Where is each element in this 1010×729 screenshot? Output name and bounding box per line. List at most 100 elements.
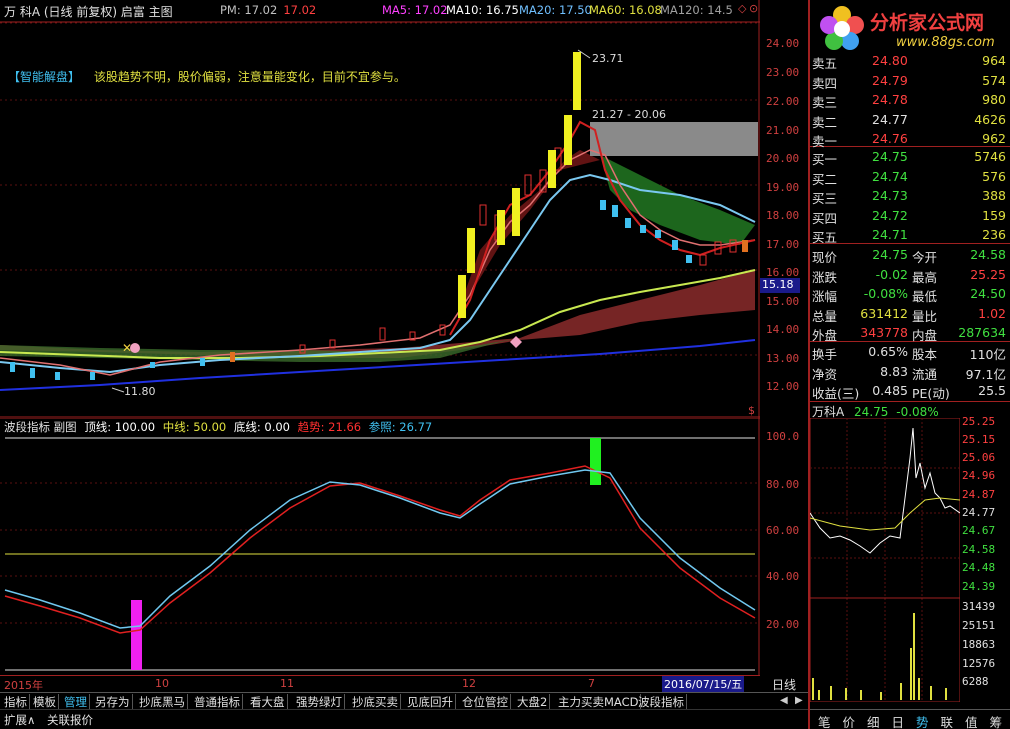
mini-price-tick: 25.06 xyxy=(962,451,996,464)
quote-view-tab[interactable]: 笔 xyxy=(818,712,831,729)
mini-price-tick: 24.96 xyxy=(962,469,996,482)
quote-view-tab[interactable]: 价 xyxy=(843,712,856,729)
mini-volume-tick: 18863 xyxy=(962,638,996,651)
indicator-axis-tick: 20.00 xyxy=(766,618,800,631)
current-date: 2016/07/15/五 xyxy=(662,676,745,692)
scroll-right-icon[interactable]: ▶ xyxy=(795,695,803,706)
signal-marker-diamond xyxy=(510,336,522,348)
mini-price-tick: 24.48 xyxy=(962,561,996,574)
reference-line xyxy=(4,469,756,629)
price-axis-tick: 17.00 xyxy=(766,238,800,251)
indicator-tab[interactable]: 大盘2 xyxy=(515,694,551,709)
resistance-zone xyxy=(590,122,758,156)
ma20-label: MA20: 17.50 xyxy=(519,3,592,17)
ma-band-green xyxy=(600,155,755,245)
settings-icon[interactable]: ⊙ xyxy=(749,2,758,15)
indicator-axis-tick: 40.00 xyxy=(766,570,800,583)
ask-row: 卖三 24.78 980 xyxy=(812,92,1006,110)
mini-price-tick: 24.67 xyxy=(962,524,996,537)
quote-view-tab[interactable]: 细 xyxy=(867,712,880,729)
stat-row: 总量 631412 量比 1.02 xyxy=(812,305,1006,324)
indicator-tab[interactable]: 模板 xyxy=(31,694,59,709)
buy-signal-bar xyxy=(131,600,142,670)
indicator-tab[interactable]: 抄底买卖 xyxy=(350,694,401,709)
stat-row: 换手 0.65% 股本 110亿 xyxy=(812,344,1006,362)
dollar-icon[interactable]: $ xyxy=(748,404,755,417)
indicator-tab[interactable]: 强势绿灯 xyxy=(294,694,345,709)
price-axis-tick: 13.00 xyxy=(766,352,800,365)
wave-indicator-chart[interactable] xyxy=(0,418,760,676)
price-axis-tick: 21.00 xyxy=(766,124,800,137)
indicator-tab[interactable]: 指标 xyxy=(2,694,30,709)
mini-volume-tick: 6288 xyxy=(962,675,989,688)
indicator-tab[interactable]: 仓位管控 xyxy=(460,694,511,709)
cursor-price-tag: 15.18 xyxy=(760,278,800,293)
bottom-bar: 扩展∧ 关联报价 xyxy=(0,709,808,729)
indicator-axis-tick: 80.00 xyxy=(766,478,800,491)
bid-row: 买四 24.72 159 xyxy=(812,207,1006,226)
date-axis: 2015年 10 11 12 7 2016/07/15/五 xyxy=(0,675,760,692)
ask-row: 卖二 24.77 4626 xyxy=(812,111,1006,130)
indicator-axis-tick: 60.00 xyxy=(766,524,800,537)
quote-view-tab[interactable]: 势 xyxy=(916,712,929,729)
stat-row: 涨幅 -0.08% 最低 24.50 xyxy=(812,286,1006,304)
bid-row: 买二 24.74 576 xyxy=(812,168,1006,187)
period-label[interactable]: 日线 xyxy=(772,676,796,693)
sell-signal-bar xyxy=(590,438,601,485)
price-axis-tick: 19.00 xyxy=(766,181,800,194)
ask-row: 卖五 24.80 964 xyxy=(812,53,1006,71)
smart-analysis: 【智能解盘】 该股趋势不明，股价偏弱，注意量能变化，目前不宜参与。 xyxy=(8,68,406,85)
ask-row: 卖四 24.79 574 xyxy=(812,72,1006,91)
low-pointer xyxy=(111,387,125,393)
ma120-label: MA120: 14.5 xyxy=(660,3,733,17)
stat-row: 收益(三) 0.485 PE(动) 25.5 xyxy=(812,383,1006,401)
ma5-label: MA5: 17.02 xyxy=(382,3,448,17)
candlesticks xyxy=(10,52,748,380)
low-price-label: 11.80 xyxy=(124,385,156,398)
quote-view-tab[interactable]: 筹 xyxy=(990,712,1003,729)
indicator-tab[interactable]: 波段指标 xyxy=(636,694,687,709)
price-axis-tick: 14.00 xyxy=(766,323,800,336)
bid-row: 买五 24.71 236 xyxy=(812,227,1006,245)
indicator-tab[interactable]: 普通指标 xyxy=(192,694,243,709)
price-axis-tick: 12.00 xyxy=(766,380,800,393)
expand-icon[interactable]: ◇ xyxy=(738,2,746,15)
bid-row: 买三 24.73 388 xyxy=(812,188,1006,206)
smart-analysis-text: 该股趋势不明，股价偏弱，注意量能变化，目前不宜参与。 xyxy=(93,70,406,84)
intraday-chart[interactable] xyxy=(810,418,960,702)
price-axis-tick: 18.00 xyxy=(766,209,800,222)
mini-price-tick: 24.77 xyxy=(962,506,996,519)
mini-volume-tick: 12576 xyxy=(962,657,996,670)
indicator-tab[interactable]: 管理 xyxy=(62,694,90,709)
indicator-tab[interactable]: 抄底黑马 xyxy=(137,694,188,709)
indicator-tab[interactable]: 另存为 xyxy=(93,694,133,709)
mini-price-tick: 24.87 xyxy=(962,488,996,501)
mini-volume-tick: 31439 xyxy=(962,600,996,613)
indicator-tab[interactable]: 主力买卖MACD xyxy=(556,694,642,709)
price-axis-tick: 20.00 xyxy=(766,152,800,165)
indicator-tab[interactable]: 看大盘 xyxy=(248,694,288,709)
range-label: 21.27 - 20.06 xyxy=(592,108,666,121)
smart-analysis-tag: 【智能解盘】 xyxy=(8,70,81,84)
stat-row: 外盘 343778 内盘 287634 xyxy=(812,325,1006,343)
high-price-label: 23.71 xyxy=(592,52,624,65)
scroll-left-icon[interactable]: ◀ xyxy=(780,695,788,706)
indicator-tab[interactable]: 见底回升 xyxy=(405,694,456,709)
pm-label: PM: 17.02 17.02 xyxy=(220,3,317,17)
main-price-chart[interactable]: ✕ xyxy=(0,0,760,418)
price-axis-tick: 24.00 xyxy=(766,37,800,50)
quote-view-tab[interactable]: 联 xyxy=(941,712,954,729)
expand-button[interactable]: 扩展∧ xyxy=(2,712,37,727)
ma250-line xyxy=(0,339,756,391)
mini-price-tick: 25.25 xyxy=(962,415,996,428)
price-axis-tick: 15.00 xyxy=(766,295,800,308)
stat-row: 净资 8.83 流通 97.1亿 xyxy=(812,363,1006,382)
related-quote-button[interactable]: 关联报价 xyxy=(45,712,95,727)
quote-view-tab[interactable]: 值 xyxy=(965,712,978,729)
ma10-label: MA10: 16.75 xyxy=(446,3,519,17)
quote-view-tab[interactable]: 日 xyxy=(892,712,905,729)
indicator-tab-bar: 指标 模板 管理 另存为 抄底黑马 普通指标 看大盘 强势绿灯 抄底买卖 见底回升 仓位管控 大盘2 主… xyxy=(0,692,808,709)
watermark-url: www.88gs.com xyxy=(896,35,995,50)
ma60-label: MA60: 16.08 xyxy=(589,3,662,17)
flower-logo-icon xyxy=(820,6,864,50)
